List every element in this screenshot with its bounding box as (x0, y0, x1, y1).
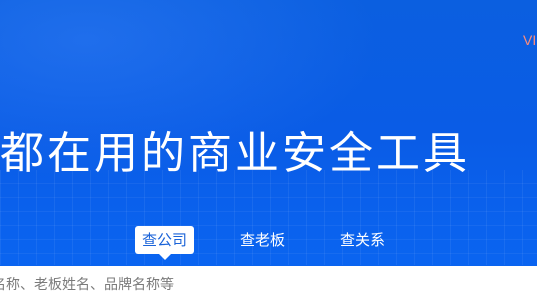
vip-link[interactable]: VI (523, 32, 537, 48)
hero-banner: VI 都在用的商业安全工具 查公司 查老板 查关系 (0, 0, 537, 304)
tab-boss[interactable]: 查老板 (233, 226, 292, 254)
search-input[interactable] (0, 266, 529, 304)
tab-company[interactable]: 查公司 (135, 226, 195, 260)
headline: 都在用的商业安全工具 (0, 128, 470, 179)
search-box (0, 266, 537, 304)
search-tabs: 查公司 查老板 查关系 (0, 226, 537, 260)
tab-relation[interactable]: 查关系 (333, 226, 392, 254)
